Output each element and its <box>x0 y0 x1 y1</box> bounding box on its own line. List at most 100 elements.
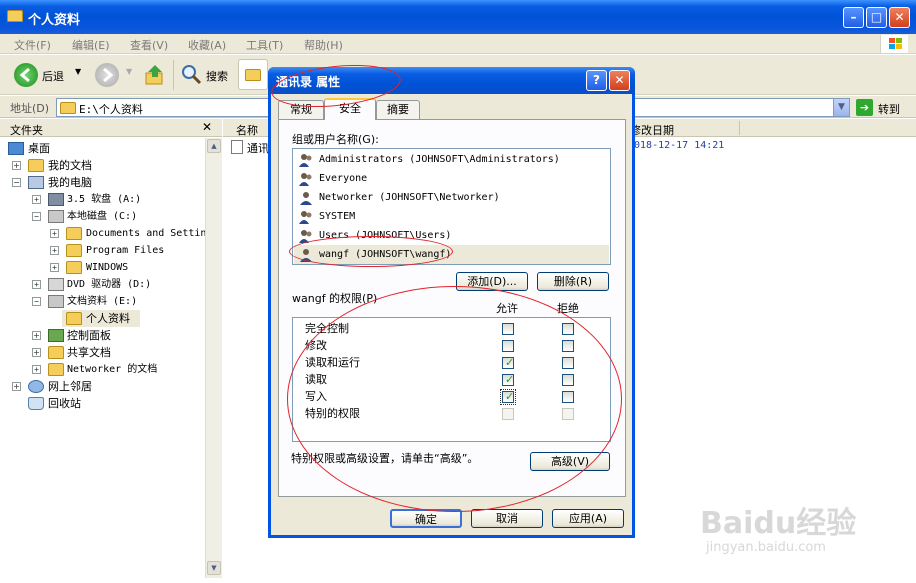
permission-row: 特别的权限 <box>305 407 360 420</box>
close-button[interactable]: ✕ <box>889 7 910 28</box>
expand-icon[interactable]: + <box>32 195 41 204</box>
user-row-selected[interactable]: wangf (JOHNSOFT\wangf) <box>294 245 609 264</box>
folders-icon <box>245 69 261 81</box>
back-dropdown-icon[interactable]: ▼ <box>75 67 81 76</box>
folders-pane-header: 文件夹 ✕ <box>0 119 222 137</box>
permission-row: 读取 <box>305 373 327 386</box>
remove-user-button[interactable]: 删除(R) <box>537 272 609 291</box>
permission-row: 完全控制 <box>305 322 349 335</box>
menu-bar: 文件(F) 编辑(E) 查看(V) 收藏(A) 工具(T) 帮助(H) <box>0 34 916 54</box>
column-divider <box>739 121 740 135</box>
tree-item-personal-files[interactable]: 个人资料 <box>62 310 140 327</box>
menu-file[interactable]: 文件(F) <box>14 37 51 53</box>
apply-button[interactable]: 应用(A) <box>552 509 624 528</box>
deny-full-control-checkbox[interactable] <box>562 323 574 335</box>
forward-arrow-icon[interactable] <box>95 63 119 87</box>
expand-icon[interactable]: + <box>50 229 59 238</box>
user-group-icon <box>299 153 313 167</box>
expand-icon[interactable]: + <box>12 161 21 170</box>
menu-favorites[interactable]: 收藏(A) <box>188 37 226 53</box>
advanced-button[interactable]: 高级(V) <box>530 452 610 471</box>
dialog-close-button[interactable]: ✕ <box>609 70 630 91</box>
expand-icon[interactable]: + <box>32 331 41 340</box>
tab-general[interactable]: 常规 <box>278 100 324 119</box>
dialog-title: 通讯录 属性 <box>276 75 341 89</box>
folder-icon <box>66 227 82 240</box>
scroll-down-icon[interactable]: ▼ <box>207 561 221 575</box>
allow-modify-checkbox[interactable] <box>502 340 514 352</box>
file-modified: 2018-12-17 14:21 <box>628 140 725 151</box>
allow-read-checkbox[interactable]: ✓ <box>502 374 514 386</box>
user-row[interactable]: Administrators (JOHNSOFT\Administrators) <box>294 150 609 169</box>
up-folder-icon[interactable] <box>144 63 166 87</box>
expand-icon[interactable]: + <box>50 246 59 255</box>
cancel-button[interactable]: 取消 <box>471 509 543 528</box>
tab-summary[interactable]: 摘要 <box>376 100 420 119</box>
expand-icon[interactable]: + <box>50 263 59 272</box>
column-modified[interactable]: 修改日期 <box>630 122 674 138</box>
go-arrow-icon: ➔ <box>856 99 873 116</box>
folders-toggle-button[interactable] <box>238 59 268 90</box>
expand-icon[interactable]: + <box>32 348 41 357</box>
help-button[interactable]: ? <box>586 70 607 91</box>
deny-modify-checkbox[interactable] <box>562 340 574 352</box>
folder-tree-scrollbar[interactable]: ▲ ▼ <box>205 138 222 578</box>
folder-icon <box>66 261 82 274</box>
tab-security[interactable]: 安全 <box>324 98 376 120</box>
permission-row: 读取和运行 <box>305 356 360 369</box>
folder-icon <box>60 102 76 114</box>
deny-read-execute-checkbox[interactable] <box>562 357 574 369</box>
expand-icon[interactable]: + <box>12 382 21 391</box>
add-user-button[interactable]: 添加(D)... <box>456 272 528 291</box>
forward-dropdown-icon[interactable]: ▼ <box>126 67 132 76</box>
user-row[interactable]: Everyone <box>294 169 609 188</box>
allow-column-label: 允许 <box>496 302 518 315</box>
search-label[interactable]: 搜索 <box>206 68 228 84</box>
windows-logo-icon <box>880 35 908 53</box>
text-file-icon <box>231 140 243 154</box>
computer-icon <box>28 176 44 189</box>
search-icon[interactable] <box>180 63 202 85</box>
user-row[interactable]: SYSTEM <box>294 207 609 226</box>
folders-pane-close-icon[interactable]: ✕ <box>202 120 212 134</box>
drive-icon <box>48 210 64 223</box>
maximize-button[interactable]: □ <box>866 7 887 28</box>
user-row[interactable]: Users (JOHNSOFT\Users) <box>294 226 609 245</box>
allow-read-execute-checkbox[interactable]: ✓ <box>502 357 514 369</box>
collapse-icon[interactable]: − <box>32 212 41 221</box>
allow-full-control-checkbox[interactable] <box>502 323 514 335</box>
user-icon <box>299 248 313 262</box>
checkmark-icon: ✓ <box>505 356 515 369</box>
minimize-button[interactable]: – <box>843 7 864 28</box>
menu-help[interactable]: 帮助(H) <box>304 37 343 53</box>
address-label: 地址(D) <box>10 102 50 115</box>
deny-write-checkbox[interactable] <box>562 391 574 403</box>
expand-icon[interactable]: + <box>32 365 41 374</box>
column-name[interactable]: 名称 <box>236 122 258 138</box>
menu-view[interactable]: 查看(V) <box>130 37 168 53</box>
address-path: E:\个人资料 <box>79 103 143 116</box>
deny-special-checkbox <box>562 408 574 420</box>
menu-tools[interactable]: 工具(T) <box>246 37 283 53</box>
permissions-label: wangf 的权限(P) <box>292 292 378 305</box>
scroll-up-icon[interactable]: ▲ <box>207 139 221 153</box>
users-listbox[interactable]: Administrators (JOHNSOFT\Administrators)… <box>292 148 611 265</box>
desktop-icon <box>8 142 24 155</box>
folder-tree: 桌面 + 我的文档 − 我的电脑 + 3.5 软盘 (A:) − 本地磁盘 (C… <box>0 138 222 578</box>
toolbar-separator <box>173 60 174 90</box>
user-row[interactable]: Networker (JOHNSOFT\Networker) <box>294 188 609 207</box>
expand-icon[interactable]: + <box>32 280 41 289</box>
collapse-icon[interactable]: − <box>32 297 41 306</box>
menu-edit[interactable]: 编辑(E) <box>72 37 110 53</box>
go-label: 转到 <box>878 103 900 116</box>
network-icon <box>28 380 44 393</box>
address-dropdown-icon[interactable]: ▼ <box>833 99 849 116</box>
back-arrow-icon[interactable] <box>14 63 38 87</box>
permission-row: 写入 <box>305 390 327 403</box>
back-label[interactable]: 后退 <box>42 68 64 84</box>
allow-write-checkbox[interactable]: ✓ <box>500 389 516 405</box>
file-name[interactable]: 通讯 <box>247 140 269 156</box>
deny-read-checkbox[interactable] <box>562 374 574 386</box>
collapse-icon[interactable]: − <box>12 178 21 187</box>
ok-button[interactable]: 确定 <box>390 509 462 528</box>
